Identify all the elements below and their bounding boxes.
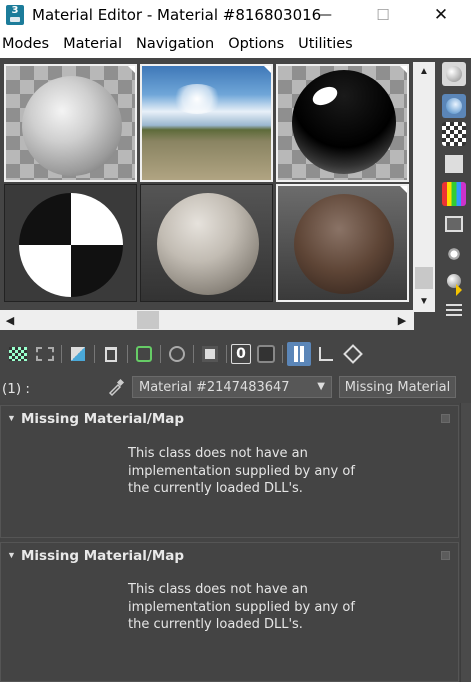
go-to-parent-icon[interactable]: [314, 342, 338, 366]
sun-glow-icon: [172, 84, 222, 114]
material-name-dropdown[interactable]: Material #2147483647 ▼: [132, 376, 332, 398]
window-title: Material Editor - Material #816803016: [32, 6, 322, 24]
message-line-3: the currently loaded DLL's.: [128, 481, 303, 496]
scroll-right-icon[interactable]: ▶: [392, 310, 412, 330]
sample-slot-4[interactable]: [4, 184, 137, 302]
sample-slot-6[interactable]: [276, 184, 409, 302]
collapse-arrow-icon[interactable]: ▼: [7, 413, 16, 423]
rollout-grip-icon[interactable]: [441, 551, 450, 560]
make-unique-icon[interactable]: [132, 342, 156, 366]
toolbar-separator: [61, 345, 62, 363]
sample-type-icon[interactable]: [442, 62, 466, 86]
message-line-2: implementation supplied by any of: [128, 599, 355, 615]
sample-uv-tiling-icon[interactable]: [442, 152, 466, 176]
make-preview-icon[interactable]: [442, 212, 466, 236]
scroll-left-icon[interactable]: ◀: [0, 310, 20, 330]
close-icon: ✕: [433, 5, 449, 25]
toolbar-separator: [127, 345, 128, 363]
vertical-scroll-thumb[interactable]: [415, 267, 433, 289]
scroll-down-icon[interactable]: ▼: [413, 292, 435, 310]
sample-slots-area: ▲ ▼ ◀ ▶: [0, 58, 471, 335]
rollout-missing-material-1: ▼ Missing Material/Map This class does n…: [0, 405, 459, 538]
options-icon[interactable]: [442, 242, 466, 266]
get-material-icon[interactable]: [6, 342, 30, 366]
material-name-row: (1) : Material #2147483647 ▼ Missing Mat…: [0, 373, 471, 403]
menu-material[interactable]: Material: [63, 36, 122, 52]
material-id-icon[interactable]: 0: [231, 344, 251, 364]
toolbar-separator: [94, 345, 95, 363]
rollout-missing-material-2: ▼ Missing Material/Map This class does n…: [0, 542, 459, 682]
reset-map-icon[interactable]: [99, 342, 123, 366]
material-map-navigator-icon[interactable]: [442, 298, 466, 322]
rollout-title: Missing Material/Map: [21, 411, 185, 427]
sample-slot-3[interactable]: [276, 64, 409, 182]
toolbar-separator: [160, 345, 161, 363]
panel-scrollbar[interactable]: [460, 403, 471, 682]
slots-horizontal-scrollbar[interactable]: ◀ ▶: [0, 310, 414, 330]
go-forward-sibling-icon[interactable]: [341, 342, 365, 366]
eyedropper-icon[interactable]: [106, 377, 126, 397]
background-icon[interactable]: [442, 122, 466, 146]
video-color-check-icon[interactable]: [442, 182, 466, 206]
toolbar-separator: [226, 345, 227, 363]
black-glossy-sphere-icon: [292, 70, 396, 174]
menu-bar: Modes Material Navigation Options Utilit…: [0, 30, 471, 58]
close-button[interactable]: ✕: [418, 0, 464, 30]
material-name-value: Material #2147483647: [139, 380, 290, 395]
collapse-arrow-icon[interactable]: ▼: [7, 550, 16, 560]
concrete-sphere-icon: [22, 76, 122, 176]
sample-slot-2[interactable]: [140, 64, 273, 182]
rollout-header[interactable]: ▼ Missing Material/Map: [1, 543, 460, 569]
select-by-material-icon[interactable]: [442, 270, 466, 296]
assign-to-selection-icon[interactable]: [66, 342, 90, 366]
sample-slot-5[interactable]: [140, 184, 273, 302]
sample-slot-1[interactable]: [4, 64, 137, 182]
material-toolbar: 0: [0, 335, 471, 373]
rollout-title: Missing Material/Map: [21, 548, 185, 564]
menu-modes[interactable]: Modes: [2, 36, 49, 52]
slots-vertical-scrollbar[interactable]: ▲ ▼: [413, 62, 435, 312]
title-bar: Material Editor - Material #816803016 — …: [0, 0, 471, 30]
toolbar-separator: [193, 345, 194, 363]
message-line-1: This class does not have an: [128, 582, 308, 597]
show-shaded-icon[interactable]: [254, 342, 278, 366]
save-icon[interactable]: [198, 342, 222, 366]
menu-utilities[interactable]: Utilities: [298, 36, 353, 52]
show-end-result-icon[interactable]: [287, 342, 311, 366]
material-id-label: 0: [236, 346, 246, 362]
horizontal-scroll-thumb[interactable]: [137, 311, 159, 329]
material-type-button[interactable]: Missing Material: [339, 376, 456, 398]
rollout-header[interactable]: ▼ Missing Material/Map: [1, 406, 460, 432]
backlight-icon[interactable]: [442, 94, 466, 118]
maximize-button[interactable]: ☐: [360, 0, 406, 30]
rollout-message: This class does not have an implementati…: [128, 445, 358, 498]
message-line-3: the currently loaded DLL's.: [128, 617, 303, 632]
minimize-button[interactable]: —: [302, 0, 348, 30]
menu-options[interactable]: Options: [228, 36, 284, 52]
message-line-1: This class does not have an: [128, 446, 308, 461]
rollout-grip-icon[interactable]: [441, 414, 450, 423]
message-line-2: implementation supplied by any of: [128, 463, 355, 479]
stone-sphere-icon: [157, 193, 259, 295]
wood-sphere-icon: [294, 194, 394, 294]
put-to-library-icon[interactable]: [165, 342, 189, 366]
dropdown-arrow-icon: ▼: [317, 381, 325, 392]
app-icon: [6, 5, 24, 25]
maximize-icon: ☐: [376, 6, 390, 24]
toolbar-separator: [282, 345, 283, 363]
menu-navigation[interactable]: Navigation: [136, 36, 214, 52]
slot-label: (1) :: [2, 381, 30, 397]
rollout-message: This class does not have an implementati…: [128, 581, 358, 634]
scroll-up-icon[interactable]: ▲: [413, 62, 435, 80]
chrome-checker-sphere-icon: [19, 193, 123, 297]
put-to-scene-icon[interactable]: [33, 342, 57, 366]
minimize-icon: —: [318, 7, 332, 23]
